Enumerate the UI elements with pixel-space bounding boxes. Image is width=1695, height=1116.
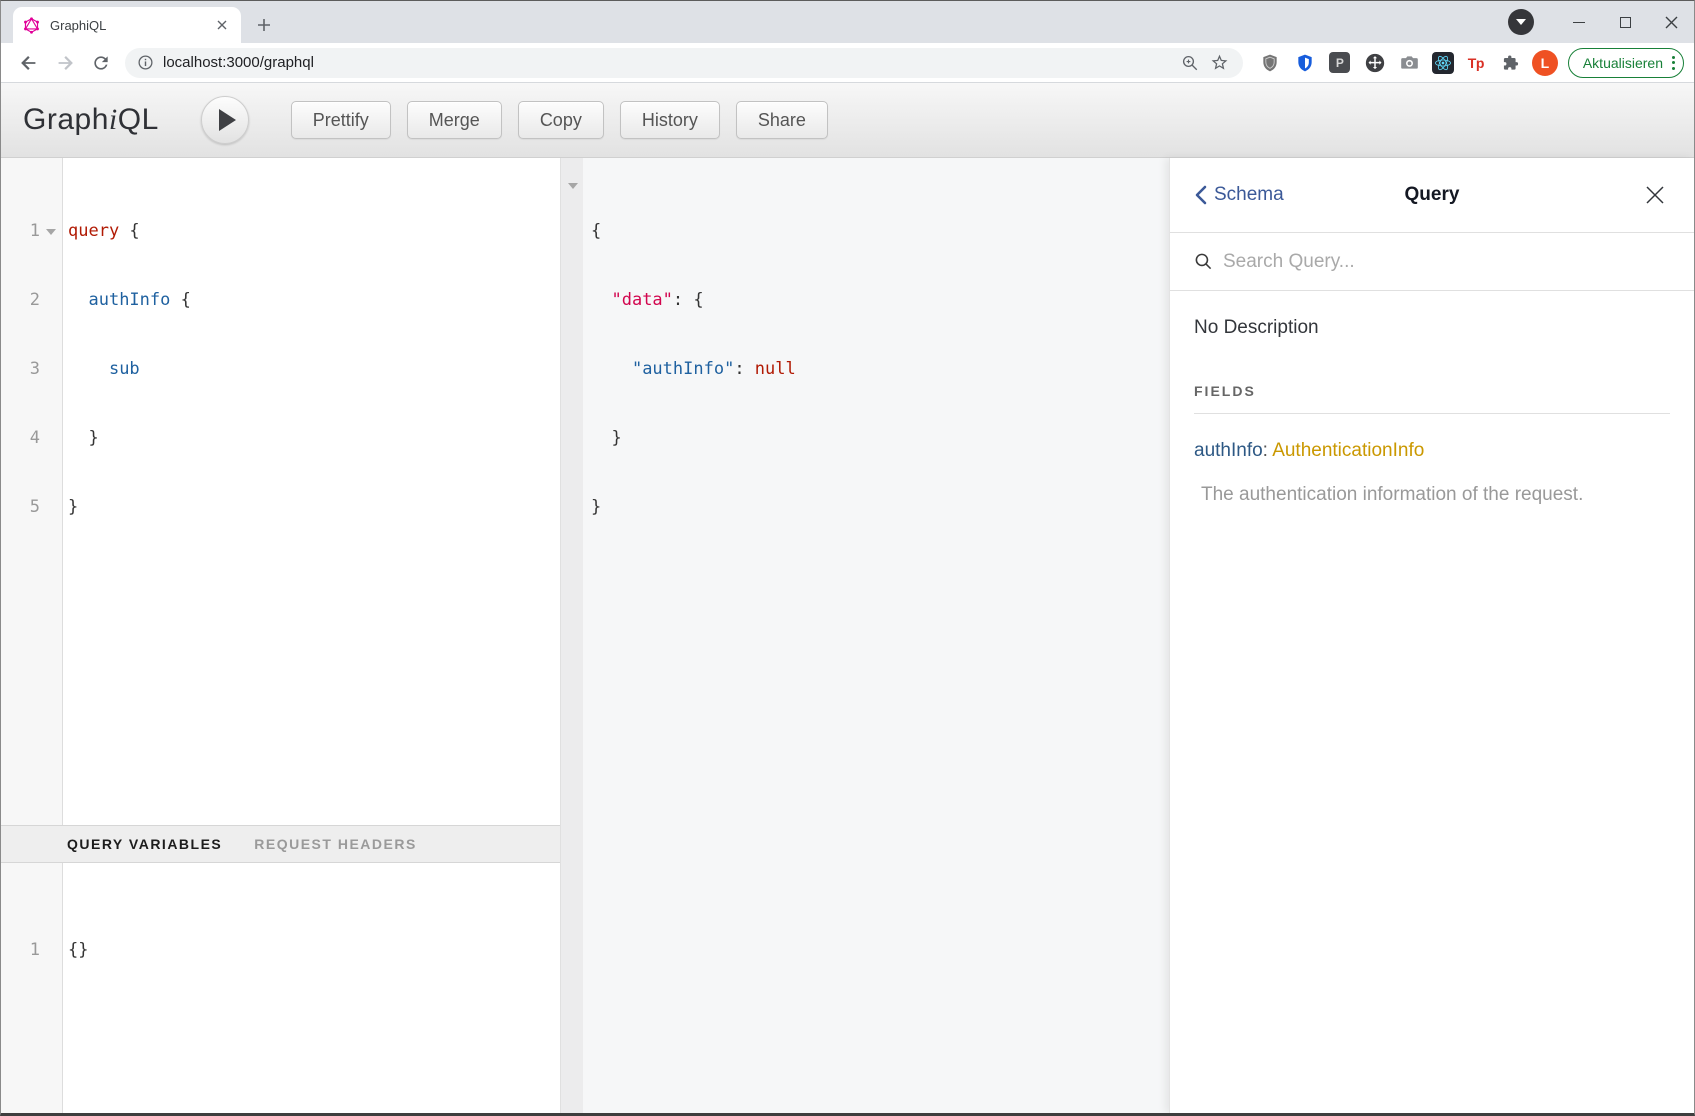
reload-button[interactable] — [86, 48, 116, 78]
kebab-menu-icon[interactable] — [1672, 56, 1675, 70]
profile-avatar[interactable]: L — [1532, 50, 1558, 76]
history-button[interactable]: History — [620, 101, 720, 139]
graphiql-app: GraphiQL Prettify Merge Copy History Sha… — [1, 83, 1694, 1113]
close-icon — [1644, 184, 1666, 206]
line-number: 4 — [1, 427, 62, 450]
docs-back-label: Schema — [1214, 184, 1284, 206]
tab-strip: GraphiQL — [1, 1, 1694, 43]
code-line: "data": { — [591, 289, 1171, 312]
update-button[interactable]: Aktualisieren — [1568, 48, 1684, 78]
graphiql-logo: GraphiQL — [23, 103, 159, 137]
move-tool-icon[interactable] — [1362, 50, 1388, 76]
fields-heading: FIELDS — [1194, 383, 1670, 414]
address-bar[interactable]: localhost:3000/graphql — [125, 48, 1243, 78]
window-controls — [1508, 1, 1694, 43]
toolbar-buttons: Prettify Merge Copy History Share — [291, 101, 828, 139]
code-line: "authInfo": null — [591, 358, 1171, 381]
browser-window: GraphiQL — [0, 0, 1695, 1116]
play-icon — [219, 109, 236, 131]
zoom-icon[interactable] — [1177, 50, 1203, 76]
execute-button[interactable] — [201, 96, 249, 144]
minimize-button[interactable] — [1556, 1, 1602, 43]
docs-header: Query Schema — [1170, 158, 1694, 233]
code-line: sub — [68, 358, 560, 381]
query-editor-pane[interactable]: 1 2 3 4 5 query { authInfo { sub } } — [1, 158, 561, 1113]
maximize-icon — [1620, 17, 1631, 28]
forward-button[interactable] — [50, 48, 80, 78]
tab-search-chevron-icon[interactable] — [1508, 9, 1534, 35]
extensions-puzzle-icon[interactable] — [1498, 50, 1524, 76]
ublock-shield-icon[interactable] — [1257, 50, 1283, 76]
site-info-icon[interactable] — [137, 54, 154, 71]
tab-title: GraphiQL — [50, 18, 213, 33]
code-line: {} — [68, 939, 560, 962]
type-description: No Description — [1194, 317, 1670, 339]
line-number-gutter: 1 2 3 4 5 — [1, 158, 63, 825]
docs-back-link[interactable]: Schema — [1194, 184, 1284, 206]
extension-p-icon[interactable]: P — [1327, 50, 1353, 76]
minimize-icon — [1573, 22, 1585, 23]
variables-title-bar: QUERY VARIABLES REQUEST HEADERS — [1, 825, 560, 863]
docs-close-button[interactable] — [1642, 182, 1668, 208]
search-icon — [1194, 252, 1213, 271]
code-line: } — [68, 496, 560, 519]
code-line: { — [591, 220, 1171, 243]
update-button-label: Aktualisieren — [1583, 55, 1663, 71]
close-icon — [1665, 16, 1678, 29]
line-number: 1 — [1, 939, 62, 962]
camera-icon[interactable] — [1397, 50, 1423, 76]
result-fold-gutter — [561, 158, 583, 1113]
graphiql-topbar: GraphiQL Prettify Merge Copy History Sha… — [1, 83, 1694, 158]
query-code: query { authInfo { sub } } — [63, 158, 560, 825]
tab-close-icon[interactable] — [213, 16, 231, 34]
line-number: 5 — [1, 496, 62, 519]
field-row: authInfo: AuthenticationInfo — [1194, 440, 1670, 462]
docs-search-input[interactable] — [1223, 251, 1670, 273]
code-line: } — [68, 427, 560, 450]
result-pane: { "data": { "authInfo": null } } — [561, 158, 1171, 1113]
variables-editor[interactable]: 1 {} — [1, 863, 560, 1113]
chevron-left-icon — [1194, 185, 1207, 205]
line-number-gutter: 1 — [1, 863, 63, 1113]
line-number: 2 — [1, 289, 62, 312]
new-tab-button[interactable] — [249, 10, 279, 40]
type-name-link[interactable]: AuthenticationInfo — [1272, 440, 1424, 461]
bitwarden-shield-icon[interactable] — [1292, 50, 1318, 76]
line-number: 1 — [1, 220, 62, 243]
field-name-link[interactable]: authInfo — [1194, 440, 1263, 461]
share-button[interactable]: Share — [736, 101, 828, 139]
back-button[interactable] — [14, 48, 44, 78]
prettify-button[interactable]: Prettify — [291, 101, 391, 139]
field-description: The authentication information of the re… — [1194, 484, 1670, 506]
docs-body: No Description FIELDS authInfo: Authenti… — [1170, 291, 1694, 532]
code-line: } — [591, 427, 1171, 450]
maximize-button[interactable] — [1602, 1, 1648, 43]
close-window-button[interactable] — [1648, 1, 1694, 43]
line-number: 3 — [1, 358, 62, 381]
query-editor[interactable]: 1 2 3 4 5 query { authInfo { sub } } — [1, 158, 560, 825]
browser-toolbar: localhost:3000/graphql P — [1, 43, 1694, 83]
tampermonkey-tp-icon[interactable]: Tp — [1463, 50, 1489, 76]
extensions-row: P Tp — [1257, 50, 1524, 76]
fold-arrow-icon[interactable] — [568, 183, 578, 189]
browser-tab[interactable]: GraphiQL — [13, 7, 241, 43]
docs-search-row — [1170, 233, 1694, 291]
request-headers-tab[interactable]: REQUEST HEADERS — [254, 836, 417, 852]
react-devtools-icon[interactable] — [1432, 52, 1454, 74]
bookmark-star-icon[interactable] — [1207, 50, 1233, 76]
result-json: { "data": { "authInfo": null } } — [583, 158, 1171, 1113]
code-line: } — [591, 496, 1171, 519]
url-text: localhost:3000/graphql — [163, 54, 1173, 71]
merge-button[interactable]: Merge — [407, 101, 502, 139]
docs-explorer: Query Schema No Description FIELDS — [1169, 158, 1694, 1113]
variables-code: {} — [63, 863, 560, 1113]
query-variables-tab[interactable]: QUERY VARIABLES — [67, 836, 222, 852]
editor-panes: 1 2 3 4 5 query { authInfo { sub } } — [1, 158, 1694, 1113]
code-line: query { — [68, 220, 560, 243]
graphql-favicon-icon — [23, 17, 40, 34]
code-line: authInfo { — [68, 289, 560, 312]
fold-arrow-icon[interactable] — [46, 229, 56, 235]
copy-button[interactable]: Copy — [518, 101, 604, 139]
